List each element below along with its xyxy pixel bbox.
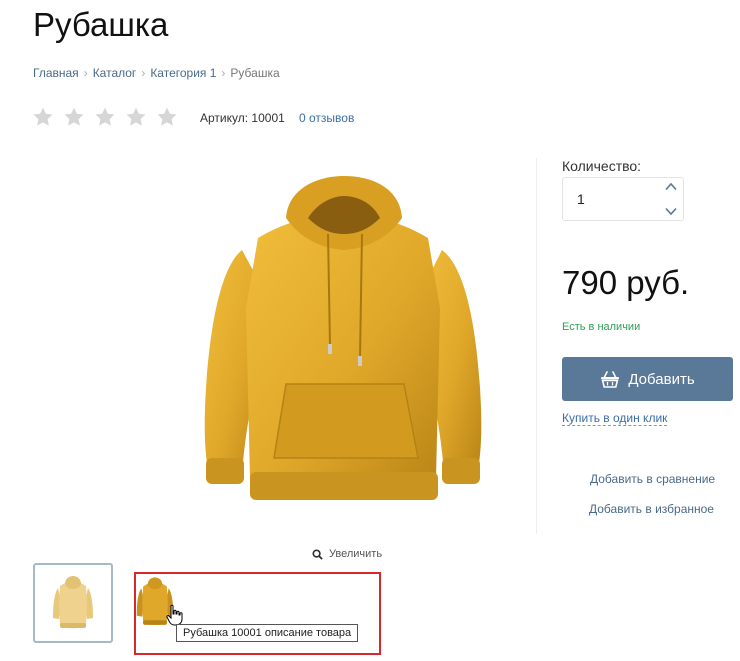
price: 790 руб. [562,264,690,301]
star-icon[interactable] [94,106,116,128]
add-to-compare-link[interactable]: Добавить в сравнение [590,472,715,486]
star-icon[interactable] [156,106,178,128]
sku-value: 10001 [251,111,285,125]
chevron-down-icon[interactable] [664,207,678,216]
chevron-up-icon[interactable] [664,182,678,191]
search-icon [312,548,323,560]
sku: Артикул: 10001 [200,111,285,125]
sku-label: Артикул: [200,111,249,125]
add-to-favorites-link[interactable]: Добавить в избранное [589,502,714,516]
hoodie-image [204,176,482,500]
add-to-cart-label: Добавить [628,370,695,388]
hoodie-thumbnail-image [53,576,93,629]
breadcrumb-current: Рубашка [230,66,280,80]
breadcrumb-separator-icon: › [141,66,146,80]
thumbnail-1[interactable] [33,563,113,643]
quantity-input[interactable]: 1 [577,191,585,207]
rating-stars[interactable] [32,106,178,128]
breadcrumb-separator-icon: › [83,66,88,80]
breadcrumb-separator-icon: › [221,66,226,80]
add-to-cart-button[interactable]: Добавить [562,357,733,401]
reviews-link[interactable]: 0 отзывов [299,111,354,125]
quantity-arrows [662,182,680,216]
zoom-button[interactable]: Увеличить [312,548,382,560]
zoom-label: Увеличить [329,548,383,560]
tooltip: Рубашка 10001 описание товара [176,624,359,642]
breadcrumb-catalog[interactable]: Каталог [93,66,137,80]
star-icon[interactable] [63,106,85,128]
basket-icon [601,370,620,388]
star-icon[interactable] [32,106,54,128]
quantity-label: Количество: [562,158,642,174]
star-icon[interactable] [125,106,147,128]
breadcrumb-home[interactable]: Главная [33,66,79,80]
breadcrumb: Главная › Каталог › Категория 1 › Рубашк… [33,66,280,80]
buy-one-click-link[interactable]: Купить в один клик [562,411,668,426]
page-title: Рубашка [33,6,169,43]
stock-status: Есть в наличии [562,321,641,333]
product-main-image[interactable] [158,158,537,534]
breadcrumb-category[interactable]: Категория 1 [150,66,216,80]
